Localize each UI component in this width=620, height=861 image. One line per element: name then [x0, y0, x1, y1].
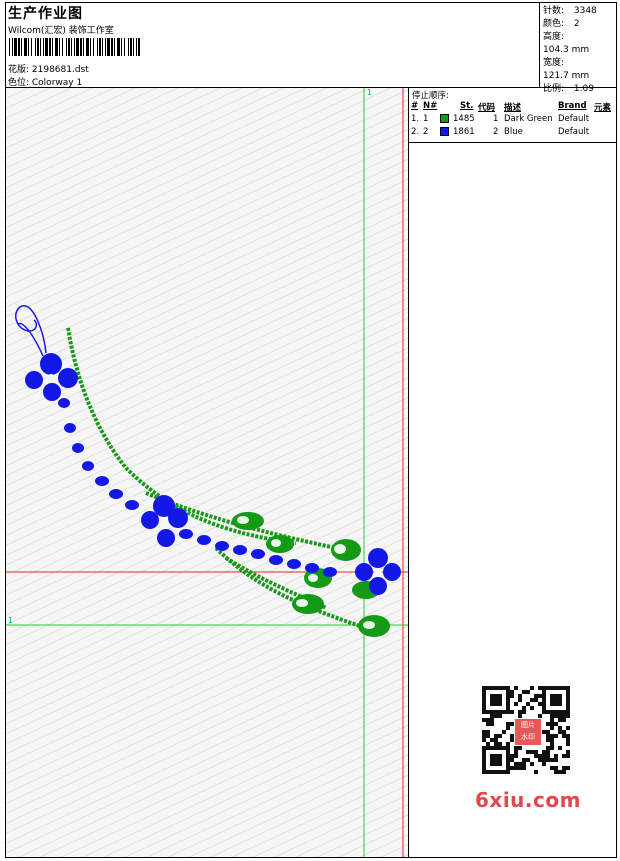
- stop-sequence-table: # N# St. 代码 描述 Brand 元素 1. 1 1485 1 Dark…: [409, 100, 617, 139]
- col-code: 代码: [478, 103, 496, 113]
- row-brand: Default: [558, 114, 590, 124]
- guide-marker-top: 1: [367, 88, 373, 97]
- row-stitches: 1485: [453, 114, 475, 124]
- col-brand: Brand: [558, 101, 587, 111]
- design-canvas[interactable]: 1 1: [6, 88, 408, 857]
- row-code: 1: [493, 114, 499, 124]
- row-description: Dark Green: [504, 114, 553, 124]
- row-needle: 1: [423, 114, 429, 124]
- table-row[interactable]: 1. 1 1485 1 Dark Green Default: [409, 113, 617, 126]
- watermark-site: 6xiu.com: [475, 788, 581, 812]
- stat-height: 高度: 104.3 mm: [543, 32, 590, 55]
- stop-sequence-panel: 停止顺序: # N# St. 代码 描述 Brand 元素 1. 1 1485 …: [409, 88, 617, 143]
- panel-divider: [408, 88, 409, 858]
- row-stitches: 1861: [453, 127, 475, 137]
- row-index: 2.: [411, 127, 420, 137]
- color-swatch-green: [440, 114, 449, 123]
- row-index: 1.: [411, 114, 420, 124]
- colorway-label: 色位: Colorway 1: [8, 78, 83, 88]
- row-code: 2: [493, 127, 499, 137]
- col-needle: N#: [423, 101, 438, 111]
- guide-marker-left: 1: [8, 616, 14, 625]
- studio-name: Wilcom(汇宏) 装饰工作室: [8, 26, 114, 36]
- row-brand: Default: [558, 127, 590, 137]
- stats-divider: [539, 2, 540, 88]
- stats-panel: 针数: 3348 颜色: 2 高度: 104.3 mm 宽度: 121.7 mm…: [543, 5, 620, 96]
- page-title: 生产作业图: [8, 6, 83, 22]
- col-index: #: [411, 101, 419, 111]
- embroidery-preview: [6, 88, 408, 857]
- design-file-label: 花版: 2198681.dst: [8, 65, 89, 75]
- col-description: 描述: [504, 103, 522, 113]
- barcode: [9, 38, 140, 56]
- watermark-seal: 图片 水印: [514, 718, 542, 746]
- stat-width: 宽度: 121.7 mm: [543, 58, 590, 81]
- blue-chain-dots: [58, 398, 337, 577]
- col-element: 元素: [594, 103, 612, 113]
- row-description: Blue: [504, 127, 523, 137]
- col-stitches: St.: [460, 101, 474, 111]
- stat-stitches: 针数: 3348: [543, 6, 597, 16]
- color-swatch-blue: [440, 127, 449, 136]
- row-needle: 2: [423, 127, 429, 137]
- blue-swirl: [15, 305, 47, 357]
- stat-colors: 颜色: 2: [543, 19, 580, 29]
- table-row[interactable]: 2. 2 1861 2 Blue Default: [409, 126, 617, 139]
- table-header-row: # N# St. 代码 描述 Brand 元素: [409, 100, 617, 113]
